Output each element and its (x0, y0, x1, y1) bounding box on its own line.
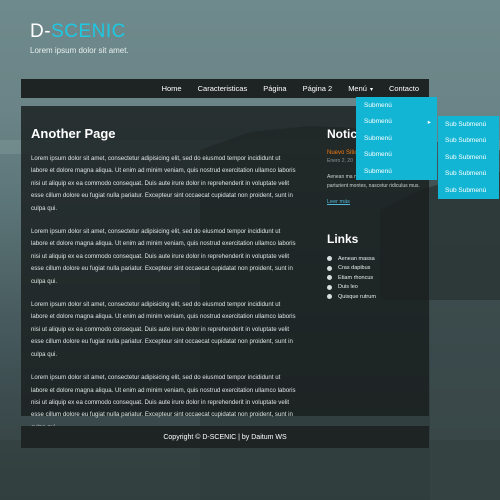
bullet-icon (327, 265, 332, 271)
site-header: D-SCENIC Lorem ipsum dolor sit amet. (30, 22, 129, 55)
bullet-icon (327, 284, 332, 290)
link-label: Etiam rhoncus (338, 274, 374, 281)
nav-item-caracteristicas[interactable]: Caracteristicas (198, 84, 248, 93)
sub-submenu-item[interactable]: Sub Submenú (438, 166, 499, 183)
page-title: Another Page (31, 126, 116, 141)
nav-item-menu-label: Menú (348, 84, 367, 93)
site-footer: Copyright © D-SCENIC | by Daitum WS (21, 426, 429, 448)
sub-submenu-item[interactable]: Sub Submenú (438, 116, 499, 133)
nav-item-pagina[interactable]: Página (263, 84, 286, 93)
menu-dropdown: Submenú Submenú ▸ Submenú Submenú Submenú (356, 97, 437, 180)
dropdown-item-label: Submenú (364, 101, 392, 109)
logo-prefix: D- (30, 21, 52, 42)
link-item[interactable]: Etiam rhoncus (327, 273, 427, 283)
dropdown-item-submenu[interactable]: Submenú (356, 147, 437, 164)
site-logo[interactable]: D-SCENIC (30, 22, 129, 41)
body-paragraph: Lorem ipsum dolor sit amet, consectetur … (31, 301, 296, 358)
main-navigation: Home Caracteristicas Página Página 2 Men… (21, 79, 429, 98)
footer-copyright: Copyright © D-SCENIC | by Daitum WS (163, 433, 287, 441)
chevron-right-icon: ▸ (427, 118, 431, 126)
body-paragraph: Lorem ipsum dolor sit amet, consectetur … (31, 374, 296, 431)
links-heading: Links (327, 232, 359, 247)
nav-item-contacto[interactable]: Contacto (389, 84, 419, 93)
body-paragraph: Lorem ipsum dolor sit amet, consectetur … (31, 155, 296, 212)
dropdown-item-submenu[interactable]: Submenú (356, 130, 437, 147)
dropdown-item-label: Submenú (364, 167, 392, 175)
link-label: Duis leo (338, 284, 358, 291)
link-item[interactable]: Quisque rutrum (327, 292, 427, 302)
nav-item-home[interactable]: Home (162, 84, 182, 93)
dropdown-item-label: Submenú (364, 134, 392, 142)
nav-item-menu[interactable]: Menú ▾ (348, 84, 373, 93)
sub-submenu-item[interactable]: Sub Submenú (438, 133, 499, 150)
link-label: Aenean massa (338, 255, 375, 262)
dropdown-item-label: Submenú (364, 151, 392, 159)
body-paragraph: Lorem ipsum dolor sit amet, consectetur … (31, 228, 296, 285)
nav-item-pagina-2[interactable]: Página 2 (303, 84, 333, 93)
link-item[interactable]: Duis leo (327, 283, 427, 293)
sub-submenu-item[interactable]: Sub Submenú (438, 149, 499, 166)
link-item[interactable]: Cras dapibus (327, 264, 427, 274)
bullet-icon (327, 256, 332, 262)
site-tagline: Lorem ipsum dolor sit amet. (30, 46, 129, 55)
dropdown-item-submenu[interactable]: Submenú (356, 97, 437, 114)
links-list: Aenean massa Cras dapibus Etiam rhoncus … (327, 254, 427, 302)
dropdown-item-label: Submenú (364, 118, 392, 126)
dropdown-item-submenu[interactable]: Submenú (356, 163, 437, 180)
link-label: Quisque rutrum (338, 293, 376, 300)
link-label: Cras dapibus (338, 265, 371, 272)
main-content: Another Page Lorem ipsum dolor sit amet,… (31, 126, 296, 445)
sub-submenu-dropdown: Sub Submenú Sub Submenú Sub Submenú Sub … (438, 116, 499, 199)
bullet-icon (327, 275, 332, 281)
bullet-icon (327, 294, 332, 300)
link-item[interactable]: Aenean massa (327, 254, 427, 264)
logo-accent: SCENIC (51, 21, 126, 42)
chevron-down-icon: ▾ (369, 87, 373, 93)
dropdown-item-submenu[interactable]: Submenú ▸ (356, 114, 437, 131)
read-more-link[interactable]: Leer más (327, 199, 350, 205)
sub-submenu-item[interactable]: Sub Submenú (438, 182, 499, 199)
